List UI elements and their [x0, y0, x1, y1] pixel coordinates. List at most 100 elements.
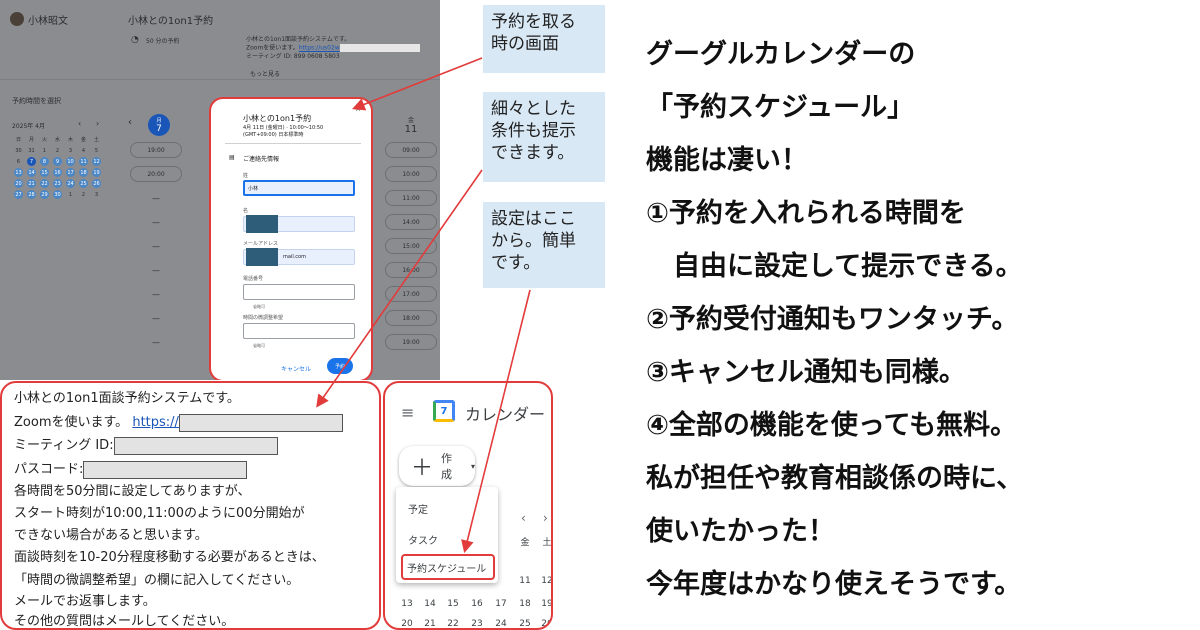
- time-slot[interactable]: 10:00: [385, 166, 437, 182]
- day-cell-available[interactable]: 14: [27, 168, 36, 177]
- time-slot[interactable]: 09:00: [385, 142, 437, 158]
- slot-column-fri: 09:00 10:00 11:00 14:00 15:00 16:00 17:0…: [385, 142, 437, 358]
- day-cell[interactable]: 23: [469, 619, 485, 628]
- week-row: 20 21 22 23 24 25 26: [12, 178, 108, 189]
- day-cell-available[interactable]: 22: [40, 179, 49, 188]
- month-next-button[interactable]: ›: [96, 119, 99, 128]
- time-slot[interactable]: 19:00: [385, 334, 437, 350]
- last-name-input[interactable]: 小林: [243, 180, 355, 196]
- day-cell-available[interactable]: 24: [66, 179, 75, 188]
- weekday-label: 土: [93, 137, 99, 143]
- day-cell-available[interactable]: 17: [66, 168, 75, 177]
- day-cell[interactable]: 21: [422, 619, 438, 628]
- empty-slot: —: [152, 193, 160, 203]
- day-cell-available[interactable]: 12: [92, 157, 101, 166]
- day-cell[interactable]: 26: [539, 619, 551, 628]
- day-cell-available[interactable]: 29: [40, 190, 49, 199]
- email-label: メールアドレス: [243, 241, 279, 247]
- menu-item-task[interactable]: タスク: [408, 532, 438, 547]
- day-cell-available[interactable]: 27: [14, 190, 23, 199]
- headline-line: ②予約受付通知もワンタッチ。: [646, 304, 1019, 335]
- week-prev-button[interactable]: ‹: [128, 117, 132, 128]
- close-icon[interactable]: ×: [355, 105, 361, 113]
- callout-line: 時の画面: [491, 34, 559, 54]
- create-label: 作成: [441, 452, 453, 481]
- zoom-link[interactable]: https://: [132, 415, 179, 430]
- hamburger-menu-icon[interactable]: ≡: [401, 403, 414, 422]
- day-cell-available[interactable]: 16: [53, 168, 62, 177]
- contact-card-icon: ▤: [229, 154, 235, 161]
- day-cell-available[interactable]: 30: [53, 190, 62, 199]
- booking-page-screenshot: 小林昭文 小林との1on1予約 ◔ 50 分の予約 小林との1on1面談予約シス…: [0, 0, 440, 380]
- day-cell-available[interactable]: 23: [53, 179, 62, 188]
- day-cell-available[interactable]: 25: [79, 179, 88, 188]
- callout-line: 条件も提示: [491, 121, 576, 141]
- day-cell-available[interactable]: 28: [27, 190, 36, 199]
- day-cell-available[interactable]: 15: [40, 168, 49, 177]
- description-text: Zoomを使います。: [14, 415, 129, 430]
- day-cell[interactable]: 22: [445, 619, 461, 628]
- time-slot[interactable]: 14:00: [385, 214, 437, 230]
- day-cell[interactable]: 16: [469, 599, 485, 609]
- day-cell[interactable]: 14: [422, 599, 438, 609]
- month-prev-button[interactable]: ‹: [521, 511, 526, 525]
- day-cell-selected[interactable]: 7: [27, 157, 36, 166]
- redacted-field: [83, 460, 248, 479]
- day-cell[interactable]: 19: [539, 599, 551, 609]
- month-next-button[interactable]: ›: [543, 511, 548, 525]
- email-input[interactable]: mail.com: [243, 248, 355, 266]
- caret-down-icon: ▾: [470, 461, 475, 471]
- day-cell-available[interactable]: 20: [14, 179, 23, 188]
- day-cell[interactable]: 25: [517, 619, 533, 628]
- time-slot[interactable]: 11:00: [385, 190, 437, 206]
- cancel-button[interactable]: キャンセル: [281, 364, 311, 373]
- day-cell-available[interactable]: 13: [14, 168, 23, 177]
- headline-line: 使いたかった！: [646, 516, 835, 547]
- day-cell-available[interactable]: 11: [79, 157, 88, 166]
- day-cell-available[interactable]: 8: [40, 157, 49, 166]
- slot-column-mon: 19:00 20:00 — — — — — — —: [130, 142, 182, 358]
- create-menu: 予定 タスク 予約スケジュール: [396, 487, 498, 583]
- time-slot[interactable]: 18:00: [385, 310, 437, 326]
- modal-when: 4月 11日 (金曜日) · 10:00～10:50 (GMT+09:00) 日…: [243, 125, 323, 139]
- selected-day-header[interactable]: 月 7: [148, 114, 170, 136]
- headline-line: ①予約を入れられる時間を: [646, 198, 966, 229]
- zoom-link[interactable]: https://us02w: [299, 45, 340, 52]
- adjust-input[interactable]: [243, 323, 355, 339]
- day-cell-available[interactable]: 10: [66, 157, 75, 166]
- day-cell-available[interactable]: 18: [79, 168, 88, 177]
- day-cell-available[interactable]: 21: [27, 179, 36, 188]
- day-cell[interactable]: 24: [493, 619, 509, 628]
- day-cell[interactable]: 20: [399, 619, 415, 628]
- empty-slot: —: [152, 313, 160, 323]
- book-button[interactable]: 予約: [327, 358, 353, 374]
- day-cell[interactable]: 11: [517, 576, 533, 586]
- menu-item-appointment-schedule[interactable]: 予約スケジュール: [401, 554, 495, 580]
- time-slot[interactable]: 17:00: [385, 286, 437, 302]
- when-timezone: (GMT+09:00) 日本標準時: [243, 132, 304, 138]
- show-more-link[interactable]: もっと見る: [250, 69, 280, 78]
- day-cell[interactable]: 12: [539, 576, 551, 586]
- time-slot[interactable]: 16:00: [385, 262, 437, 278]
- menu-item-event[interactable]: 予定: [408, 501, 428, 516]
- day-cell-available[interactable]: 9: [53, 157, 62, 166]
- booking-modal: × 小林との1on1予約 4月 11日 (金曜日) · 10:00～10:50 …: [209, 97, 373, 380]
- time-slot[interactable]: 20:00: [130, 166, 182, 182]
- headline-line: ③キャンセル通知も同様。: [646, 357, 966, 388]
- phone-input[interactable]: [243, 284, 355, 300]
- weekday-label: 日: [15, 137, 21, 143]
- time-slot[interactable]: 19:00: [130, 142, 182, 158]
- first-name-input[interactable]: [243, 215, 355, 233]
- day-cell[interactable]: 15: [445, 599, 461, 609]
- day-cell-available[interactable]: 19: [92, 168, 101, 177]
- weekday-label: 土: [542, 538, 552, 548]
- day-cell[interactable]: 13: [399, 599, 415, 609]
- create-button[interactable]: ＋ 作成 ▾: [399, 446, 475, 486]
- day-cell-available[interactable]: 26: [92, 179, 101, 188]
- time-slot[interactable]: 15:00: [385, 238, 437, 254]
- phone-label: 電話番号: [243, 276, 264, 282]
- day-cell[interactable]: 18: [517, 599, 533, 609]
- day-cell[interactable]: 17: [493, 599, 509, 609]
- weekday-label: 火: [41, 137, 47, 143]
- month-prev-button[interactable]: ‹: [78, 119, 81, 128]
